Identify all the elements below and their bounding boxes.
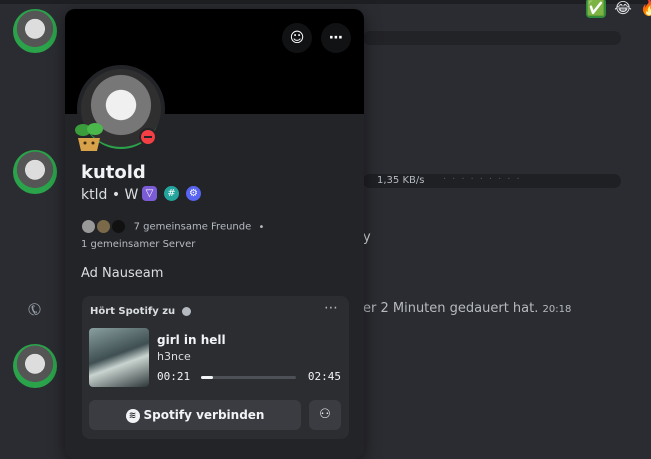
- avatar[interactable]: [13, 344, 57, 388]
- song-title[interactable]: girl in hell: [157, 333, 226, 347]
- avatar[interactable]: [13, 9, 57, 53]
- message-text: y: [363, 230, 371, 245]
- activity-header-label: Hört Spotify zu: [90, 306, 176, 317]
- separator: •: [258, 221, 265, 233]
- add-friend-icon[interactable]: ⚇: [309, 400, 341, 430]
- call-timestamp: 20:18: [542, 304, 572, 315]
- user-profile-popout: ☺ ⋯ kutold ktld • W ▽ # ⚙ 7 gemeinsame F…: [65, 9, 364, 459]
- spotify-connect-label: Spotify verbinden: [143, 408, 265, 422]
- song-progress-bar: [201, 376, 296, 379]
- download-bar: 1,35 KB/s ·········: [363, 174, 621, 188]
- call-summary-text: er 2 Minuten gedauert hat.: [363, 301, 539, 316]
- activity-header: Hört Spotify zu: [90, 306, 191, 317]
- profile-tagline: ktld • W: [81, 187, 139, 203]
- phone-icon: ✆: [23, 298, 47, 321]
- spotify-connect-button[interactable]: ≋ Spotify verbinden: [89, 400, 301, 430]
- reaction-fire-icon[interactable]: 🔥: [640, 0, 651, 18]
- activity-more-icon[interactable]: ⋯: [324, 300, 339, 316]
- plant-pot-decoration-icon: [75, 123, 103, 151]
- reaction-laugh-icon[interactable]: 😂: [613, 0, 633, 18]
- profile-bio: Ad Nauseam: [81, 266, 164, 281]
- mutual-server[interactable]: 1 gemeinsamer Server: [81, 239, 195, 250]
- song-artist[interactable]: h3nce: [157, 350, 191, 363]
- reaction-check-icon[interactable]: ✅: [586, 0, 606, 18]
- hypesquad-icon[interactable]: ▽: [142, 186, 157, 201]
- friend-request-icon[interactable]: ☺: [282, 23, 312, 53]
- hashtag-icon[interactable]: #: [164, 186, 179, 201]
- spotify-small-icon: [181, 306, 191, 316]
- mutual-avatar: [81, 219, 96, 234]
- top-bar: [0, 0, 651, 4]
- gear-icon[interactable]: ⚙: [186, 186, 201, 201]
- mutual-avatar: [96, 219, 112, 234]
- mutual-friends[interactable]: 7 gemeinsame Freunde •: [81, 219, 264, 234]
- mutual-friends-label: 7 gemeinsame Freunde: [133, 221, 252, 233]
- download-speed: 1,35 KB/s: [377, 175, 425, 186]
- album-cover[interactable]: [89, 328, 149, 387]
- avatar[interactable]: [13, 150, 57, 194]
- mutual-avatar: [111, 219, 127, 234]
- time-elapsed: 00:21: [157, 370, 191, 383]
- download-dots: ·········: [443, 174, 526, 185]
- song-progress-fill: [201, 376, 214, 379]
- profile-username: kutold: [81, 162, 146, 183]
- time-total: 02:45: [307, 370, 341, 383]
- spotify-activity-card: Hört Spotify zu ⋯ girl in hell h3nce 00:…: [82, 296, 349, 439]
- dnd-status-icon: [139, 128, 157, 146]
- spotify-icon: ≋: [125, 408, 140, 423]
- attachment-progress-bar: [363, 31, 621, 45]
- call-summary: er 2 Minuten gedauert hat. 20:18: [363, 301, 571, 316]
- more-options-icon[interactable]: ⋯: [321, 23, 351, 53]
